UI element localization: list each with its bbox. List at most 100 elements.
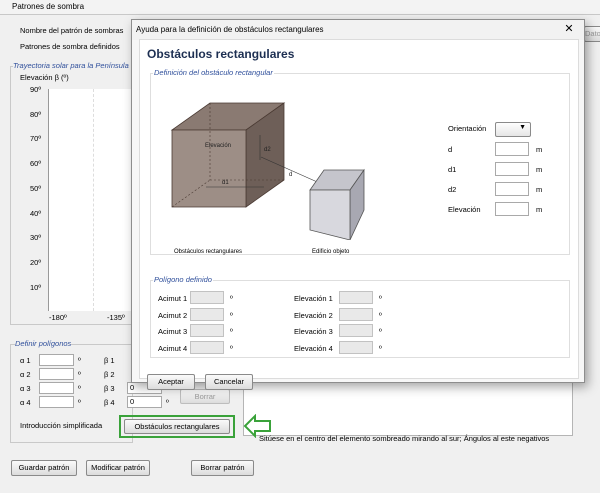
alpha-input[interactable] [39, 396, 74, 408]
trajectory-title: Trayectoria solar para la Península Ib [13, 61, 138, 70]
chart-gridline [93, 89, 94, 311]
elevation-input [339, 307, 373, 321]
alpha-input[interactable] [39, 382, 74, 394]
azimuth-label: Acimut 2 [158, 310, 188, 320]
alpha-input[interactable] [39, 368, 74, 380]
window-title: Patrones de sombra [12, 2, 85, 11]
close-icon[interactable]: ✕ [562, 22, 576, 36]
x-tick-label: -180º [49, 313, 67, 322]
window-titlebar: Patrones de sombra [0, 0, 600, 15]
alpha-label: α 1 [20, 356, 31, 365]
y-tick-label: 90º [30, 85, 42, 94]
y-tick-label: 20º [30, 257, 42, 267]
simplified-intro-label: Introducción simplificada [20, 421, 103, 430]
dimension-input[interactable] [495, 142, 529, 156]
defined-patterns-label: Patrones de sombra definidos [20, 42, 120, 51]
save-pattern-button[interactable]: Guardar patrón [11, 460, 77, 476]
degree-label: º [379, 327, 382, 336]
azimuth-label: Acimut 1 [158, 294, 188, 303]
unit-label: m [536, 165, 543, 174]
y-tick-label: 50º [30, 183, 42, 193]
help-dialog: Ayuda para la definición de obstáculos r… [131, 19, 585, 390]
alpha-label: α 3 [20, 384, 31, 393]
dimension-input[interactable] [495, 162, 529, 176]
obstacle-diagram [170, 102, 365, 240]
elevation-label: Elevación 4 [294, 343, 333, 353]
azimuth-input [190, 340, 224, 354]
dialog-title: Ayuda para la definición de obstáculos r… [136, 25, 324, 34]
unit-label: m [536, 145, 543, 154]
degree-label: º [78, 370, 81, 379]
alpha-input[interactable] [39, 354, 74, 366]
dialog-body: Obstáculos rectangulares Definición del … [139, 39, 579, 390]
azimuth-label: Acimut 4 [158, 343, 188, 353]
accept-button[interactable]: Aceptar [147, 374, 195, 390]
elevation-input [339, 340, 373, 354]
elevation-axis-label: Elevación β (º) [20, 73, 69, 82]
beta-label: β 1 [104, 356, 115, 365]
orientation-hint: Sitúese en el centro del elemento sombre… [259, 434, 550, 443]
beta4-input[interactable]: 0 [127, 396, 162, 408]
diagram-elevation-label: Elevación [205, 143, 232, 149]
beta-label: β 4 [104, 398, 115, 407]
degree-label: º [166, 398, 169, 407]
dialog-heading: Obstáculos rectangulares [147, 47, 295, 61]
data-new-button[interactable]: Datos nuevo... [584, 26, 600, 42]
y-tick-label: 60º [30, 159, 42, 169]
diagram-d-label: d [289, 172, 293, 178]
y-tick-label: 40º [30, 208, 42, 218]
azimuth-input [190, 324, 224, 337]
azimuth-input [190, 291, 224, 304]
pattern-name-label: Nombre del patrón de sombras [20, 26, 124, 35]
orientation-label: Orientación [448, 124, 487, 133]
degree-label: º [230, 294, 233, 303]
beta-label: β 3 [104, 384, 115, 393]
cancel-button[interactable]: Cancelar [205, 374, 253, 390]
dimension-label: Elevación [448, 205, 481, 214]
degree-label: º [379, 343, 382, 353]
diagram-d2-label: d2 [264, 147, 271, 153]
azimuth-input [190, 307, 224, 321]
degree-label: º [78, 398, 81, 407]
degree-label: º [230, 310, 233, 320]
dimension-label: d [448, 145, 453, 154]
chart-plot-area [48, 89, 132, 311]
unit-label: m [536, 205, 543, 214]
alpha-label: α 2 [20, 370, 31, 379]
y-tick-label: 30º [30, 233, 42, 243]
x-tick-label: -135º [107, 313, 125, 322]
modify-pattern-button[interactable]: Modificar patrón [86, 460, 150, 476]
pattern-preview-panel [243, 381, 573, 436]
unit-label: m [536, 185, 543, 194]
dimension-input[interactable] [495, 202, 529, 216]
elevation-input [339, 291, 373, 304]
y-tick-label: 10º [30, 282, 42, 292]
elevation-label: Elevación 1 [294, 294, 333, 303]
degree-label: º [78, 384, 81, 393]
orientation-select[interactable]: ▼ [495, 122, 531, 137]
beta-label: β 2 [104, 370, 115, 379]
diagram-caption-building: Edificio objeto [312, 249, 350, 255]
azimuth-label: Acimut 3 [158, 327, 188, 336]
degree-label: º [379, 310, 382, 320]
highlight-box [119, 415, 235, 438]
degree-label: º [230, 327, 233, 336]
y-tick-label: 70º [30, 134, 42, 144]
dimension-label: d2 [448, 185, 457, 194]
y-tick-label: 80º [30, 109, 42, 119]
chevron-down-icon: ▼ [519, 124, 526, 131]
diagram-caption-obstacles: Obstáculos rectangulares [174, 249, 243, 255]
elevation-label: Elevación 3 [294, 327, 333, 336]
degree-label: º [379, 294, 382, 303]
degree-label: º [78, 356, 81, 365]
borrar-button[interactable]: Borrar [180, 389, 230, 404]
alpha-label: α 4 [20, 398, 31, 407]
degree-label: º [230, 343, 233, 353]
dialog-titlebar: Ayuda para la definición de obstáculos r… [132, 20, 584, 40]
dimension-input[interactable] [495, 182, 529, 196]
elevation-label: Elevación 2 [294, 310, 333, 320]
dimension-label: d1 [448, 165, 457, 174]
polygons-title: Definir polígonos [15, 339, 72, 348]
delete-pattern-button[interactable]: Borrar patrón [191, 460, 254, 476]
elevation-input [339, 324, 373, 337]
